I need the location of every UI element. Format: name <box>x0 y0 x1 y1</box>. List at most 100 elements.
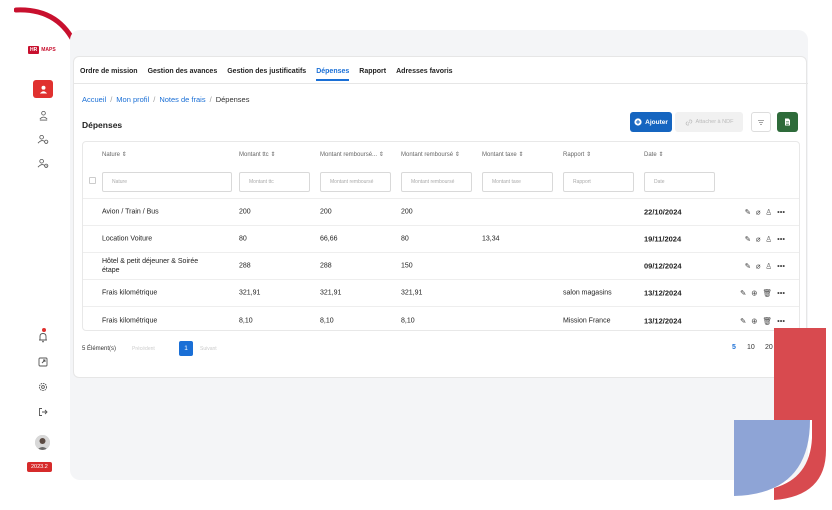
bell-icon <box>39 332 47 342</box>
cell-date: 13/12/2024 <box>644 316 682 325</box>
filter-input-montant-rembourse-1[interactable]: Montant remboursé <box>320 172 391 192</box>
avatar[interactable] <box>35 435 50 450</box>
header-rapport[interactable]: Rapport ⇕ <box>563 151 591 158</box>
filter-button[interactable] <box>751 112 771 132</box>
add-button-label: Ajouter <box>645 118 668 126</box>
paperclip-icon[interactable]: ⌀ <box>756 235 761 244</box>
edit-icon[interactable]: ✎ <box>745 208 751 217</box>
breadcrumb-separator: / <box>110 95 113 104</box>
sidebar-item-team[interactable] <box>33 154 53 172</box>
sidebar-item-settings[interactable] <box>33 378 53 396</box>
breadcrumb-mon-profil[interactable]: Mon profil <box>116 95 149 104</box>
tab-gestion-justificatifs[interactable]: Gestion des justificatifs <box>227 68 306 81</box>
sidebar-item-profile[interactable] <box>33 80 53 98</box>
logout-icon <box>39 408 48 416</box>
header-nature[interactable]: Nature ⇕ <box>102 151 127 158</box>
row-actions: ✎ ⊕ 🗑 ••• <box>740 316 785 325</box>
user-money-icon <box>39 110 47 120</box>
cell-nature: Frais kilométrique <box>102 289 158 297</box>
cell-montant-rembourse-1: 66,66 <box>320 235 338 243</box>
trash-icon[interactable]: 🗑 <box>763 316 773 325</box>
pagination-previous[interactable]: Précédent <box>132 346 155 352</box>
tab-rapport[interactable]: Rapport <box>359 68 386 81</box>
filter-input-rapport[interactable]: Rapport <box>563 172 634 192</box>
breadcrumb-accueil[interactable]: Accueil <box>82 95 106 104</box>
sidebar: HR MAPS 2023.2 <box>22 38 62 478</box>
tab-gestion-avances[interactable]: Gestion des avances <box>148 68 218 81</box>
decorative-shapes-bottom-right <box>734 328 826 500</box>
user-gear-icon <box>37 134 49 144</box>
filter-lines-icon <box>758 119 764 125</box>
user-money-icon[interactable]: ♙ <box>765 235 772 244</box>
expenses-table: Nature ⇕ Montant ttc ⇕ Montant remboursé… <box>82 141 800 331</box>
logo-text: MAPS <box>41 47 56 53</box>
item-count: 5 Élément(s) <box>82 346 117 352</box>
header-montant-ttc[interactable]: Montant ttc ⇕ <box>239 151 275 158</box>
cell-rapport: salon magasins <box>563 289 612 297</box>
attach-to-ndf-button[interactable]: Attacher à NDF <box>675 112 743 132</box>
breadcrumb-notes-de-frais[interactable]: Notes de frais <box>159 95 205 104</box>
filter-input-date[interactable]: Date <box>644 172 715 192</box>
cell-nature: Hôtel & petit déjeuner & Soirée étape <box>102 258 199 274</box>
external-link-icon <box>38 357 48 367</box>
table-row[interactable]: Hôtel & petit déjeuner & Soirée étape 28… <box>83 253 799 280</box>
notification-dot <box>42 328 46 332</box>
filter-input-montant-rembourse-2[interactable]: Montant remboursé <box>401 172 472 192</box>
pagination-page-current[interactable]: 1 <box>179 341 193 356</box>
version-badge: 2023.2 <box>27 462 52 472</box>
table-row[interactable]: Avion / Train / Bus 200 200 200 22/10/20… <box>83 199 799 226</box>
sidebar-item-external[interactable] <box>33 353 53 371</box>
edit-icon[interactable]: ✎ <box>740 316 746 325</box>
cell-montant-rembourse-2: 200 <box>401 208 413 216</box>
edit-icon[interactable]: ✎ <box>745 235 751 244</box>
header-date[interactable]: Date ⇕ <box>644 151 663 158</box>
excel-file-icon <box>785 118 790 126</box>
tab-depenses[interactable]: Dépenses <box>316 68 350 81</box>
row-actions: ✎ ⌀ ♙ ••• <box>745 262 785 271</box>
paperclip-icon[interactable]: ⌀ <box>756 208 761 217</box>
more-icon[interactable]: ••• <box>777 316 785 325</box>
cell-rapport: Mission France <box>563 317 611 324</box>
more-icon[interactable]: ••• <box>777 289 785 298</box>
plus-circle-icon <box>634 118 642 126</box>
tab-ordre-de-mission[interactable]: Ordre de mission <box>80 68 138 81</box>
user-money-icon[interactable]: ♙ <box>765 208 772 217</box>
more-icon[interactable]: ••• <box>777 208 785 217</box>
more-icon[interactable]: ••• <box>777 262 785 271</box>
link-icon <box>685 119 692 125</box>
add-circle-icon[interactable]: ⊕ <box>751 289 757 298</box>
cell-nature: Avion / Train / Bus <box>102 208 159 216</box>
table-row[interactable]: Frais kilométrique 8,10 8,10 8,10 Missio… <box>83 307 799 334</box>
add-circle-icon[interactable]: ⊕ <box>751 316 757 325</box>
cell-montant-ttc: 200 <box>239 208 251 216</box>
cell-nature: Frais kilométrique <box>102 317 158 324</box>
cell-montant-rembourse-1: 200 <box>320 208 332 216</box>
export-button[interactable] <box>777 112 798 132</box>
app-frame: HR MAPS 2023.2 Ordre de mission Gestion … <box>0 0 832 510</box>
tab-adresses-favoris[interactable]: Adresses favoris <box>396 68 452 81</box>
table-row[interactable]: Frais kilométrique 321,91 321,91 321,91 … <box>83 280 799 307</box>
sidebar-item-settings-user[interactable] <box>33 130 53 148</box>
cell-montant-rembourse-2: 80 <box>401 235 409 243</box>
header-montant-rembourse-1[interactable]: Montant remboursé... ⇕ <box>320 151 384 158</box>
filter-input-montant-ttc[interactable]: Montant ttc <box>239 172 310 192</box>
trash-icon[interactable]: 🗑 <box>763 289 773 298</box>
filter-input-nature[interactable]: Nature <box>102 172 232 192</box>
user-money-icon[interactable]: ♙ <box>765 262 772 271</box>
add-button[interactable]: Ajouter <box>630 112 672 132</box>
pagination-next[interactable]: Suivant <box>200 346 217 352</box>
cell-montant-ttc: 8,10 <box>239 317 253 324</box>
paperclip-icon[interactable]: ⌀ <box>756 262 761 271</box>
edit-icon[interactable]: ✎ <box>745 262 751 271</box>
sidebar-item-advances[interactable] <box>33 106 53 124</box>
more-icon[interactable]: ••• <box>777 235 785 244</box>
select-all-checkbox[interactable] <box>89 177 96 184</box>
header-montant-taxe[interactable]: Montant taxe ⇕ <box>482 151 523 158</box>
sidebar-item-logout[interactable] <box>33 403 53 421</box>
table-row[interactable]: Location Voiture 80 66,66 80 13,34 19/11… <box>83 226 799 253</box>
avatar-person-icon <box>35 435 50 450</box>
filter-input-montant-taxe[interactable]: Montant taxe <box>482 172 553 192</box>
cell-date: 22/10/2024 <box>644 207 682 217</box>
header-montant-rembourse-2[interactable]: Montant remboursé ⇕ <box>401 151 460 158</box>
edit-icon[interactable]: ✎ <box>740 289 746 298</box>
